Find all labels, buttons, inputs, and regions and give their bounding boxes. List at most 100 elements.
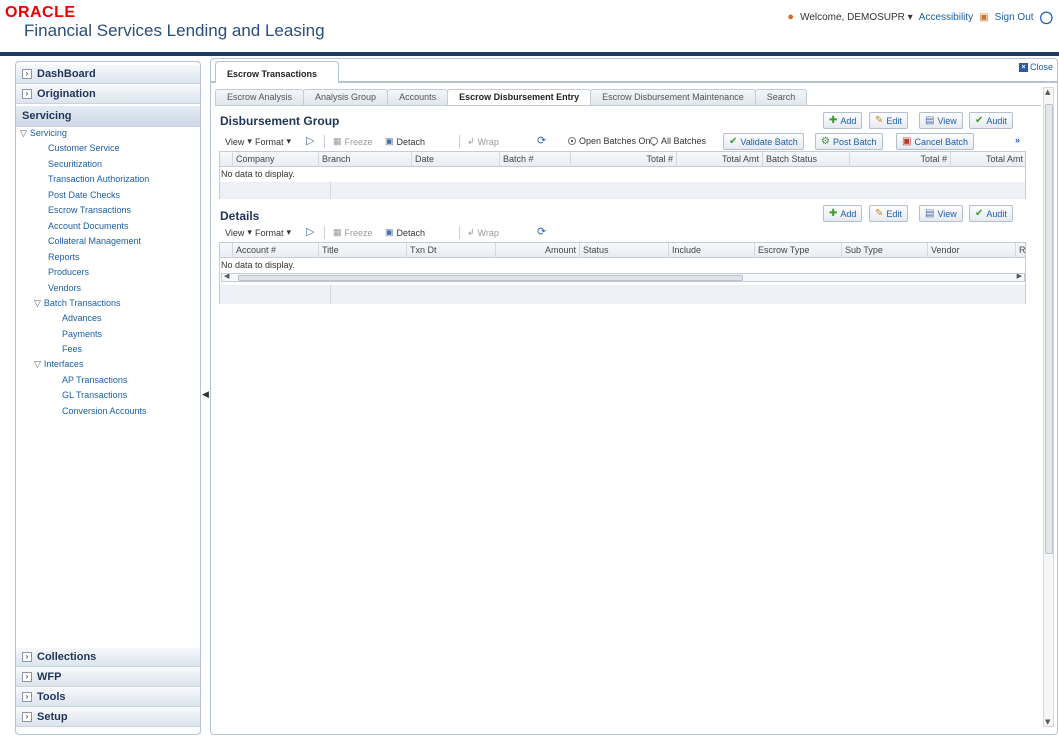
col-total-amt[interactable]: Total Amt [676,152,762,167]
pencil-icon: ✎ [875,208,884,219]
col-escrow-type[interactable]: Escrow Type [754,243,841,258]
dg-edit-button[interactable]: ✎ Edit [869,112,908,129]
nav-item-reports[interactable]: Reports [48,252,80,262]
welcome-menu[interactable]: Welcome, DEMOSUPR ▾ [800,12,913,23]
subtab-escrow-disbursement-entry[interactable]: Escrow Disbursement Entry [447,89,592,106]
accordion-tools[interactable]: › Tools [16,688,200,707]
freeze-icon: ▦ [333,227,342,237]
nav-item-producers[interactable]: Producers [48,267,89,277]
dg-detach-button[interactable]: ▣ Detach [385,136,425,147]
details-wrap-button[interactable]: ↲ Wrap [467,227,499,238]
details-freeze-button[interactable]: ▦ Freeze [333,227,373,238]
nav-group-interfaces[interactable]: ▽ Interfaces [34,359,83,370]
nav-item-vendors[interactable]: Vendors [48,283,81,293]
col-total-count-2[interactable]: Total # [849,152,950,167]
refresh-icon[interactable]: ⟳ [537,134,546,147]
add-icon: ✚ [829,208,838,219]
nav-group-batch-transactions[interactable]: ▽ Batch Transactions [34,298,120,309]
radio-unselected-icon [650,137,658,145]
sign-out-link[interactable]: Sign Out [995,12,1034,23]
col-total-count[interactable]: Total # [570,152,676,167]
nav-group-servicing[interactable]: ▽ Servicing [20,128,67,139]
subtab-escrow-disbursement-maintenance[interactable]: Escrow Disbursement Maintenance [590,89,756,105]
col-title[interactable]: Title [318,243,406,258]
dg-audit-button[interactable]: ✔ Audit [969,112,1013,129]
accordion-dashboard[interactable]: › DashBoard [16,65,200,84]
nav-item-securitization[interactable]: Securitization [48,159,102,169]
col-r[interactable]: R [1015,243,1027,258]
dg-freeze-button[interactable]: ▦ Freeze [333,136,373,147]
all-batches-radio[interactable]: All Batches [650,136,706,146]
scroll-left-icon[interactable]: ◀ [224,272,229,280]
col-vendor[interactable]: Vendor [927,243,1015,258]
details-view-button[interactable]: ▤ View [919,205,963,222]
export-icon[interactable]: ▷ [306,225,314,238]
subtab-search[interactable]: Search [754,89,808,105]
details-audit-button[interactable]: ✔ Audit [969,205,1013,222]
nav-item-ap-transactions[interactable]: AP Transactions [62,375,127,385]
horizontal-scrollbar[interactable]: ◀ ▶ [221,272,1025,282]
nav-item-collateral-management[interactable]: Collateral Management [48,236,141,246]
subtab-analysis-group[interactable]: Analysis Group [303,89,389,105]
details-view-menu[interactable]: View ▾ [225,227,252,238]
wrap-icon: ↲ [467,227,475,237]
close-button[interactable]: × Close [1018,62,1053,72]
details-detach-button[interactable]: ▣ Detach [385,227,425,238]
nav-item-post-date-checks[interactable]: Post Date Checks [48,190,120,200]
view-icon: ▤ [925,115,935,126]
nav-item-escrow-transactions[interactable]: Escrow Transactions [48,205,131,215]
scroll-up-icon[interactable]: ▲ [1045,88,1050,96]
vertical-scrollbar[interactable]: ▲ ▼ [1043,87,1054,727]
nav-item-gl-transactions[interactable]: GL Transactions [62,390,127,400]
tab-escrow-transactions[interactable]: Escrow Transactions [215,61,339,83]
nav-item-fees[interactable]: Fees [62,344,82,354]
more-toolbar-button[interactable]: » [1015,135,1020,145]
col-batch-status[interactable]: Batch Status [762,152,849,167]
col-branch[interactable]: Branch [318,152,411,167]
details-add-button[interactable]: ✚ Add [823,205,863,222]
refresh-icon[interactable]: ⟳ [537,225,546,238]
open-batches-radio[interactable]: Open Batches Only [568,136,657,146]
nav-item-customer-service[interactable]: Customer Service [48,143,120,153]
dg-add-button[interactable]: ✚ Add [823,112,863,129]
post-batch-button[interactable]: ⚙ Post Batch [815,133,883,150]
validate-batch-button[interactable]: ✔ Validate Batch [723,133,804,150]
nav-item-account-documents[interactable]: Account Documents [48,221,129,231]
dg-view-menu[interactable]: View ▾ [225,136,252,147]
col-date[interactable]: Date [411,152,499,167]
scroll-right-icon[interactable]: ▶ [1017,272,1022,280]
toolbar-separator [459,226,460,239]
subtab-accounts[interactable]: Accounts [387,89,449,105]
scroll-thumb[interactable] [1045,104,1053,554]
accordion-collections[interactable]: › Collections [16,648,200,667]
col-total-amt-2[interactable]: Total Amt [950,152,1026,167]
nav-item-payments[interactable]: Payments [62,329,102,339]
nav-item-conversion-accounts[interactable]: Conversion Accounts [62,406,147,416]
nav-item-transaction-authorization[interactable]: Transaction Authorization [48,174,149,184]
col-company[interactable]: Company [232,152,318,167]
export-icon[interactable]: ▷ [306,134,314,147]
dg-format-menu[interactable]: Format ▾ [255,136,291,147]
details-edit-button[interactable]: ✎ Edit [869,205,908,222]
accordion-origination[interactable]: › Origination [16,85,200,104]
col-txn-dt[interactable]: Txn Dt [406,243,495,258]
dg-wrap-button[interactable]: ↲ Wrap [467,136,499,147]
dg-view-button[interactable]: ▤ View [919,112,963,129]
details-format-menu[interactable]: Format ▾ [255,227,291,238]
collapse-panel-handle[interactable]: ◀ [202,390,209,406]
accordion-wfp[interactable]: › WFP [16,668,200,687]
accessibility-link[interactable]: Accessibility [919,12,973,23]
col-batch-number[interactable]: Batch # [499,152,570,167]
col-account-number[interactable]: Account # [232,243,318,258]
scroll-thumb[interactable] [238,275,743,281]
subtab-escrow-analysis[interactable]: Escrow Analysis [215,89,305,105]
col-include[interactable]: Include [668,243,754,258]
cancel-batch-button[interactable]: ▣ Cancel Batch [896,133,974,150]
nav-item-advances[interactable]: Advances [62,313,102,323]
col-status[interactable]: Status [579,243,668,258]
accordion-servicing[interactable]: Servicing [16,106,200,127]
accordion-setup[interactable]: › Setup [16,708,200,727]
col-amount[interactable]: Amount [495,243,579,258]
col-sub-type[interactable]: Sub Type [841,243,927,258]
scroll-down-icon[interactable]: ▼ [1045,718,1050,726]
